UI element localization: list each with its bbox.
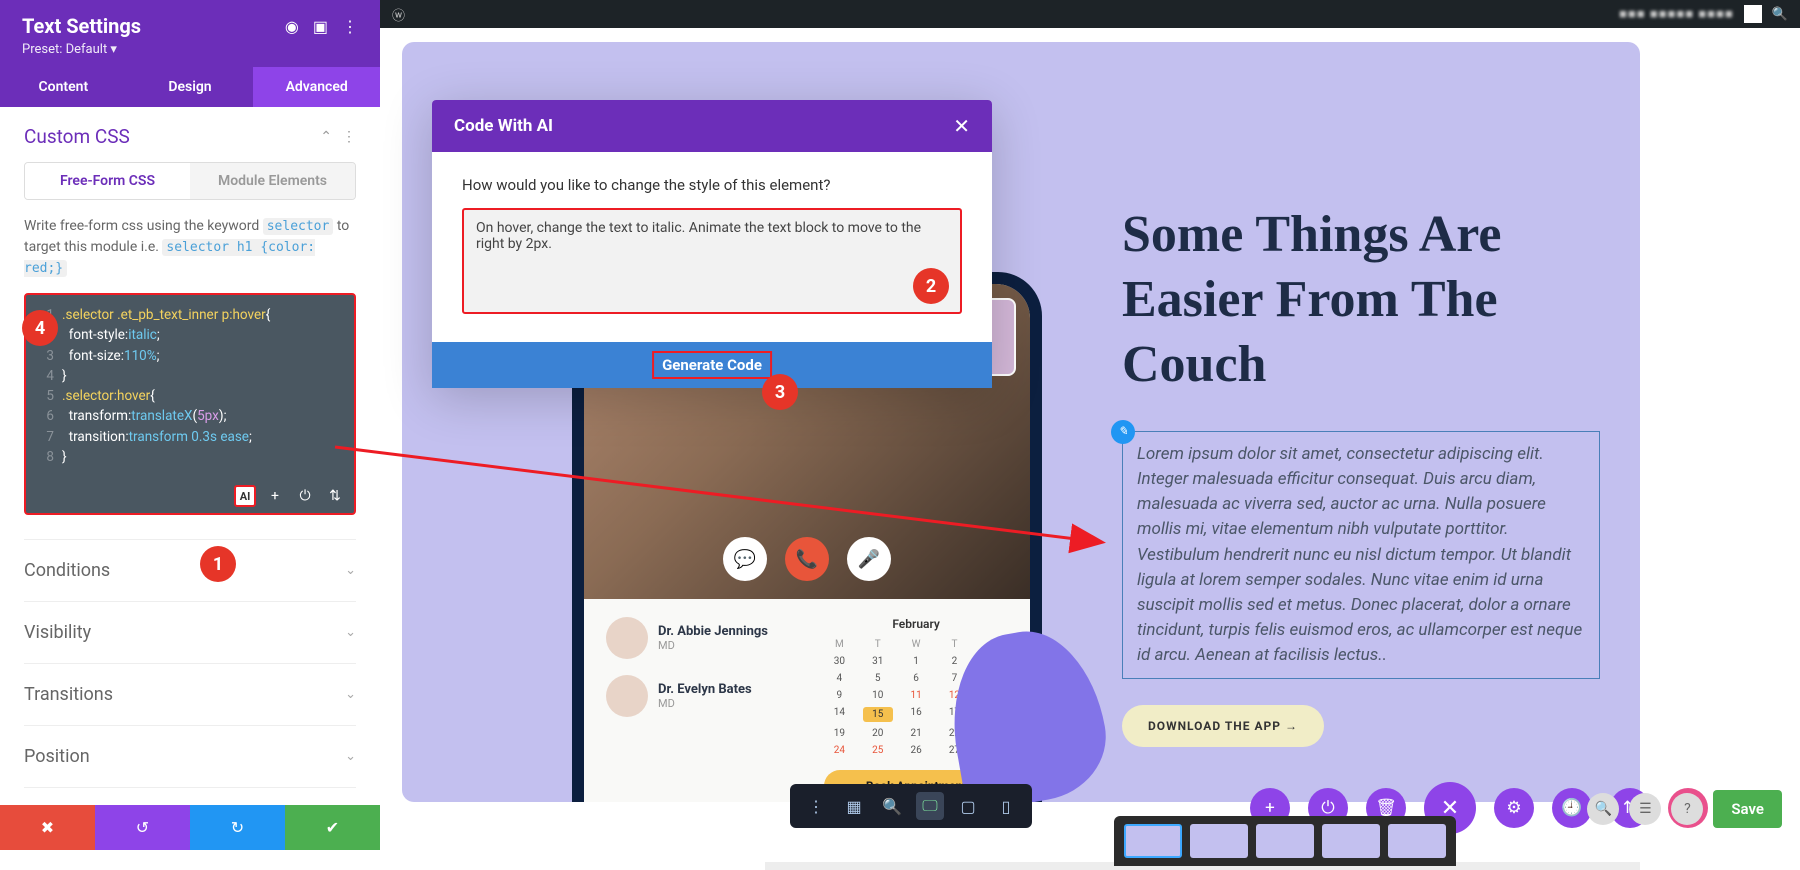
thumbnail-3[interactable] [1256,824,1314,858]
menu-icon[interactable]: ⋮ [802,792,830,820]
settings-button[interactable]: ⚙ [1494,788,1534,828]
responsive-toolbar: ⋮ ▦ 🔍 🖵 ▢ ▯ [790,784,1032,828]
doctor-list: Dr. Abbie JenningsMD Dr. Evelyn BatesMD [606,617,808,802]
ai-prompt-textarea[interactable] [462,208,962,314]
text-module-selected[interactable]: ✎ Lorem ipsum dolor sit amet, consectetu… [1122,431,1600,679]
thumbnail-2[interactable] [1190,824,1248,858]
hero-heading: Some Things Are Easier From The Couch [1122,202,1600,397]
section-title: Custom CSS [24,125,130,148]
search-icon[interactable]: 🔍 [1772,7,1788,22]
mic-icon[interactable]: 🎤 [847,537,891,581]
settings-sidebar: Text Settings ◉ ▣ ⋮ Preset: Default ▾ Co… [0,0,380,850]
mobile-icon[interactable]: ▯ [992,792,1020,820]
accordion-transitions[interactable]: Transitions⌄ [24,663,356,725]
accordion-visibility[interactable]: Visibility⌄ [24,601,356,663]
sidebar-body: Custom CSS ⌃ ⋮ Free-Form CSS Module Elem… [0,107,380,805]
sort-icon[interactable]: ⇅ [324,485,346,507]
avatar [606,617,648,659]
more-icon[interactable]: ⋮ [342,17,358,36]
add-icon[interactable]: + [264,485,286,507]
calendar-month: February [824,617,1008,631]
button-highlight: Generate Code [652,351,772,379]
modal-question: How would you like to change the style o… [462,176,962,194]
admin-user-text[interactable]: ■■■ ■■■■■ ■■■■ [1619,6,1734,22]
close-icon[interactable]: ✕ [953,114,970,138]
generate-code-button[interactable]: Generate Code [432,342,992,388]
ai-button[interactable]: AI [234,485,256,507]
discard-button[interactable]: ✖ [0,805,95,850]
desktop-icon[interactable]: 🖵 [916,792,944,820]
power-icon[interactable]: ⏻ [294,485,316,507]
thumbnail-5[interactable] [1388,824,1446,858]
thumbnail-4[interactable] [1322,824,1380,858]
tab-content[interactable]: Content [0,67,127,107]
keyword-code: selector [263,218,334,235]
callout-3: 3 [762,374,798,410]
history-button[interactable]: 🕘 [1552,788,1592,828]
tablet-icon[interactable]: ▢ [954,792,982,820]
accordion-position[interactable]: Position⌄ [24,725,356,787]
end-call-icon[interactable]: 📞 [785,537,829,581]
section-more-icon[interactable]: ⋮ [342,129,356,145]
edit-icon[interactable]: ✎ [1111,420,1135,444]
download-app-button[interactable]: DOWNLOAD THE APP → [1122,705,1324,747]
doctor-item[interactable]: Dr. Evelyn BatesMD [606,675,808,717]
sidebar-header: Text Settings ◉ ▣ ⋮ Preset: Default ▾ [0,0,380,67]
subtab-module-elements[interactable]: Module Elements [190,163,355,199]
hero-content: Some Things Are Easier From The Couch ✎ … [1122,202,1600,747]
admin-avatar[interactable] [1744,5,1762,23]
wordpress-icon[interactable]: ⓦ [392,5,405,24]
code-with-ai-modal: Code With AI ✕ How would you like to cha… [432,100,992,388]
thumbnail-1[interactable] [1124,824,1182,858]
redo-button[interactable]: ↻ [190,805,285,850]
tab-design[interactable]: Design [127,67,254,107]
sidebar-title: Text Settings [22,14,141,38]
avatar [606,675,648,717]
callout-1: 1 [200,546,236,582]
wireframe-icon[interactable]: ▦ [840,792,868,820]
page-thumbnails [1114,816,1456,866]
hero-paragraph: Lorem ipsum dolor sit amet, consectetur … [1137,444,1582,665]
callout-2: 2 [913,268,949,304]
accordion-conditions[interactable]: Conditions⌄ [24,539,356,601]
confirm-button[interactable]: ✔ [285,805,380,850]
accordion-scroll-effects[interactable]: Scroll Effects⌄ [24,787,356,805]
wp-admin-bar: ⓦ ■■■ ■■■■■ ■■■■ 🔍 [380,0,1800,28]
settings-tabs: Content Design Advanced [0,67,380,107]
code-toolbar: AI + ⏻ ⇅ [234,485,346,507]
modal-title: Code With AI [454,116,553,136]
target-icon[interactable]: ◉ [285,17,299,36]
undo-button[interactable]: ↺ [95,805,190,850]
search-button[interactable]: 🔍 [1587,793,1619,825]
css-code-editor[interactable]: 1.selector .et_pb_text_inner p:hover {2 … [24,293,356,515]
chat-icon[interactable]: 💬 [723,537,767,581]
callout-4: 4 [22,310,58,346]
zoom-icon[interactable]: 🔍 [878,792,906,820]
save-button[interactable]: Save [1713,790,1782,828]
canvas-right-actions: 🔍 ☰ ? Save [1587,790,1782,828]
css-helper-text: Write free-form css using the keyword se… [24,216,356,279]
layers-button[interactable]: ☰ [1629,793,1661,825]
help-button[interactable]: ? [1671,793,1703,825]
doctor-item[interactable]: Dr. Abbie JenningsMD [606,617,808,659]
css-subtabs: Free-Form CSS Module Elements [24,162,356,200]
preset-dropdown[interactable]: Preset: Default ▾ [22,42,358,57]
panel-icon[interactable]: ▣ [313,17,328,36]
subtab-freeform[interactable]: Free-Form CSS [25,163,190,199]
tab-advanced[interactable]: Advanced [253,67,380,107]
sidebar-footer: ✖ ↺ ↻ ✔ [0,805,380,850]
collapse-icon[interactable]: ⌃ [320,129,332,145]
